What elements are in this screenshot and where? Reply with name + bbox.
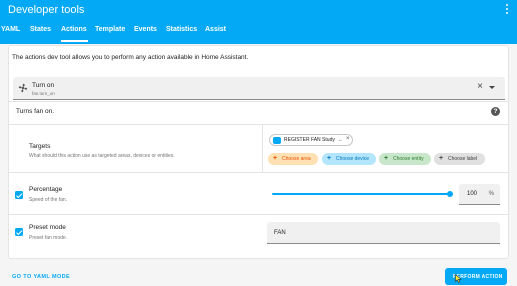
top-app-bar: Developer tools YAML States Actions Temp… — [0, 0, 517, 44]
choose-area-button[interactable]: + Choose area — [268, 153, 318, 165]
action-id: fan.turn_on — [32, 91, 55, 96]
action-name: Turn on — [32, 82, 55, 89]
intro-text: The actions dev tool allows you to perfo… — [12, 54, 249, 61]
choose-device-label: Choose device — [336, 156, 370, 162]
percentage-label: Percentage — [29, 186, 63, 193]
remove-chip-icon[interactable]: × — [346, 136, 350, 142]
divider — [9, 214, 508, 215]
chevron-down-icon[interactable] — [489, 86, 495, 89]
tab-assist[interactable]: Assist — [205, 26, 226, 33]
device-icon — [273, 137, 281, 144]
divider — [9, 101, 508, 102]
action-description: Turns fan on. — [16, 108, 55, 115]
choose-entity-label: Choose entity — [393, 156, 424, 162]
action-picker[interactable]: Turn on fan.turn_on × — [13, 77, 505, 100]
targets-label: Targets — [29, 143, 51, 150]
go-to-yaml-mode-link[interactable]: GO TO YAML MODE — [12, 274, 70, 280]
divider — [262, 124, 263, 172]
tab-yaml[interactable]: YAML — [1, 26, 20, 33]
help-icon[interactable]: ? — [491, 107, 500, 116]
percentage-slider[interactable] — [272, 193, 450, 195]
tab-events[interactable]: Events — [134, 26, 157, 33]
choose-entity-button[interactable]: + Choose entity — [379, 153, 431, 165]
overflow-menu-icon[interactable] — [504, 4, 510, 16]
preset-mode-checkbox[interactable] — [15, 228, 23, 236]
plus-icon: + — [273, 155, 278, 162]
percentage-value: 100 — [467, 191, 478, 197]
preset-mode-input[interactable]: FAN — [267, 222, 500, 244]
selected-device-chip[interactable]: REGISTER FAN Study ↔ × — [269, 134, 353, 146]
expand-icon[interactable]: ↔ — [338, 137, 343, 142]
plus-icon: + — [327, 155, 332, 162]
fan-icon — [18, 83, 28, 93]
choose-label-label: Choose label — [448, 156, 478, 162]
tab-statistics[interactable]: Statistics — [166, 26, 197, 33]
plus-icon: + — [439, 155, 444, 162]
active-tab-indicator — [61, 40, 88, 42]
plus-icon: + — [384, 155, 389, 162]
percentage-help: Speed of the fan. — [29, 197, 68, 203]
percentage-input[interactable]: 100 % — [459, 184, 500, 205]
targets-help: What should this action use as targeted … — [29, 153, 175, 159]
preset-mode-help: Preset fan mode. — [29, 235, 68, 241]
page-title: Developer tools — [8, 4, 85, 16]
divider — [9, 124, 508, 125]
preset-mode-value: FAN — [274, 230, 286, 236]
choose-label-button[interactable]: + Choose label — [434, 153, 485, 165]
mouse-cursor-icon — [455, 274, 462, 283]
selected-device-label: REGISTER FAN Study — [284, 137, 335, 143]
tab-actions[interactable]: Actions — [61, 26, 87, 33]
percentage-checkbox[interactable] — [15, 191, 23, 199]
percentage-unit: % — [488, 191, 494, 197]
choose-device-button[interactable]: + Choose device — [322, 153, 376, 165]
preset-mode-label: Preset mode — [29, 224, 66, 231]
divider — [9, 172, 508, 173]
tab-states[interactable]: States — [30, 26, 51, 33]
choose-area-label: Choose area — [282, 156, 311, 162]
slider-handle[interactable] — [447, 191, 453, 197]
tab-template[interactable]: Template — [95, 26, 125, 33]
clear-icon[interactable]: × — [477, 82, 483, 92]
